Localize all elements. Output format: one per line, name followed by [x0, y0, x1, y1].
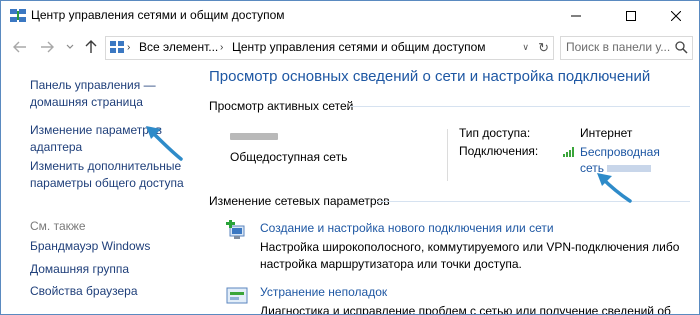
sidebar-link-control-panel-home[interactable]: Панель управления — домашняя страница: [30, 77, 156, 111]
maximize-button[interactable]: [608, 1, 654, 31]
address-bar[interactable]: › Все элемент... › Центр управления сетя…: [105, 36, 554, 60]
search-input[interactable]: [566, 40, 671, 54]
arrow-right-icon: [41, 41, 54, 53]
sidebar-link-homegroup[interactable]: Домашняя группа: [30, 261, 129, 278]
refresh-icon[interactable]: ↻: [538, 40, 549, 56]
breadcrumb-network-center[interactable]: Центр управления сетями и общим доступом: [232, 40, 486, 54]
network-center-icon: [10, 9, 26, 22]
control-panel-icon: [110, 41, 124, 53]
breadcrumb-separator: ›: [220, 42, 224, 53]
description-line: настройка маршрутизатора или точки досту…: [260, 257, 522, 271]
wifi-signal-icon: [563, 147, 574, 157]
recent-locations-button[interactable]: [62, 39, 78, 55]
see-also-heading: См. также: [30, 219, 86, 233]
breadcrumb-separator: ›: [127, 42, 131, 53]
description-line: Диагностика и исправление проблем с сеть…: [260, 304, 671, 315]
sidebar-link-line: параметры общего доступа: [30, 176, 184, 190]
left-pane: Панель управления — домашняя страница Из…: [1, 63, 201, 314]
setup-new-connection-link[interactable]: Создание и настройка нового подключения …: [260, 221, 554, 235]
arrow-up-icon: [85, 40, 97, 53]
troubleshoot-link[interactable]: Устранение неполадок: [260, 285, 387, 299]
search-box[interactable]: [560, 36, 693, 60]
forward-button[interactable]: [39, 39, 55, 55]
network-type: Общедоступная сеть: [230, 150, 348, 164]
connections-label: Подключения:: [459, 144, 539, 158]
access-type-label: Тип доступа:: [459, 126, 531, 140]
window-title: Центр управления сетями и общим доступом: [31, 8, 285, 22]
navigation-bar: › Все элемент... › Центр управления сетя…: [1, 33, 699, 61]
page-title: Просмотр основных сведений о сети и наст…: [209, 68, 651, 85]
connection-link-line: Беспроводная: [580, 145, 660, 159]
window: Центр управления сетями и общим доступом: [0, 0, 700, 315]
sidebar-link-browser-properties[interactable]: Свойства браузера: [30, 283, 138, 300]
sidebar-link-firewall[interactable]: Брандмауэр Windows: [30, 238, 150, 255]
chevron-down-icon: [66, 44, 74, 49]
setup-new-connection-description: Настройка широкополосного, коммутируемог…: [260, 239, 699, 273]
minimize-icon: [571, 15, 581, 17]
sidebar-link-line: Панель управления —: [30, 78, 156, 92]
sidebar-link-sharing-settings[interactable]: Изменить дополнительные параметры общего…: [30, 158, 184, 192]
back-button[interactable]: [12, 39, 28, 55]
address-dropdown-icon[interactable]: ∨: [522, 42, 529, 53]
up-button[interactable]: [83, 39, 99, 55]
maximize-icon: [626, 11, 636, 21]
arrow-left-icon: [13, 41, 26, 53]
active-networks-heading: Просмотр активных сетей: [209, 99, 354, 113]
search-icon: [675, 41, 688, 54]
troubleshoot-description: Диагностика и исправление проблем с сеть…: [260, 303, 699, 315]
minimize-button[interactable]: [553, 1, 599, 31]
access-type-value: Интернет: [580, 126, 633, 140]
troubleshoot-icon: [226, 287, 248, 304]
close-icon: [671, 11, 681, 21]
description-line: Настройка широкополосного, коммутируемог…: [260, 240, 680, 254]
section-divider: [350, 106, 690, 107]
title-bar: Центр управления сетями и общим доступом: [1, 1, 699, 31]
sidebar-link-line: домашняя страница: [30, 95, 143, 109]
change-settings-heading: Изменение сетевых параметров: [209, 194, 390, 208]
new-connection-icon: [226, 220, 245, 239]
vertical-divider: [447, 129, 448, 181]
network-name-redacted: [230, 133, 278, 140]
section-divider: [376, 201, 690, 202]
annotation-arrow-icon: [597, 173, 632, 203]
breadcrumb-all-items[interactable]: Все элемент...: [139, 40, 218, 54]
annotation-arrow-icon: [146, 126, 183, 161]
close-button[interactable]: [653, 1, 699, 31]
